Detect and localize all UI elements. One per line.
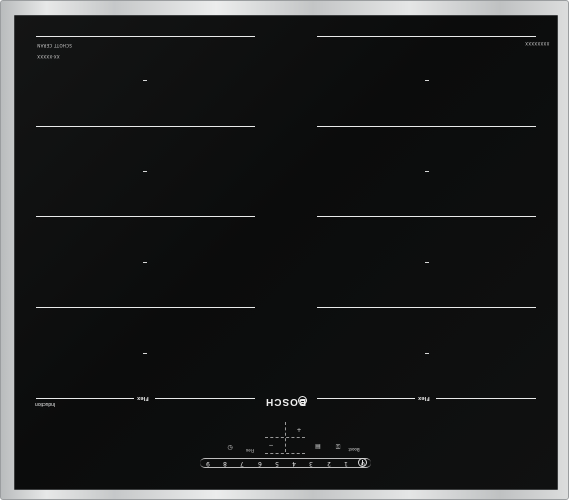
slider-level-6[interactable]: 6 <box>258 459 262 467</box>
slider-level-4[interactable]: 4 <box>292 459 296 467</box>
slider-level-7[interactable]: 7 <box>240 459 244 467</box>
left-zone-line-1 <box>36 36 255 37</box>
ceramic-glass-surface: SCHOTT CERAN XX-XXXXX XXXXXXXX Flex Flex… <box>14 15 558 490</box>
right-flex-zone-label: Flex <box>418 395 430 401</box>
right-zone-line-4 <box>317 307 536 308</box>
plus-button[interactable]: + <box>295 428 303 434</box>
clock-icon: ◷ <box>227 444 233 451</box>
minus-button[interactable]: − <box>267 443 275 449</box>
zone-marker-left-1 <box>143 80 147 81</box>
zone-marker-left-3 <box>143 262 147 263</box>
zone-marker-left-4 <box>143 353 147 354</box>
slider-level-1[interactable]: 1 <box>344 459 348 467</box>
model-code-label: XXXXXXXX <box>525 41 550 46</box>
boost-button[interactable]: Boost <box>346 446 362 452</box>
bosch-armature-logo-icon <box>298 396 307 405</box>
right-zone-line-3 <box>317 216 536 217</box>
slider-level-3[interactable]: 3 <box>309 459 313 467</box>
right-zone-line-1 <box>317 36 536 37</box>
child-lock-button[interactable]: ⚿ <box>334 445 342 451</box>
zone-marker-right-1 <box>425 80 429 81</box>
induction-label: Induction <box>35 401 56 407</box>
stainless-steel-frame: SCHOTT CERAN XX-XXXXX XXXXXXXX Flex Flex… <box>0 0 569 500</box>
power-icon[interactable] <box>358 458 367 467</box>
slider-level-5[interactable]: 5 <box>275 459 279 467</box>
slider-level-8[interactable]: 8 <box>223 459 227 467</box>
pan-detect-button[interactable]: ▤ <box>314 444 322 450</box>
flex-guide-center <box>285 422 286 452</box>
slider-level-2[interactable]: 2 <box>327 459 331 467</box>
child-lock-icon: ⚿ <box>335 444 341 451</box>
left-zone-line-5b <box>155 398 255 399</box>
zone-marker-right-2 <box>425 171 429 172</box>
glass-code-label: XX-XXXXX <box>37 54 60 59</box>
zone-marker-right-3 <box>425 262 429 263</box>
right-zone-line-5b <box>436 398 536 399</box>
flex-toggle-button[interactable]: Flex <box>244 447 256 453</box>
pan-icon: ▤ <box>315 443 321 450</box>
left-zone-line-3 <box>36 216 255 217</box>
left-zone-line-2 <box>36 126 255 127</box>
left-flex-zone-label: Flex <box>137 395 149 401</box>
power-level-slider[interactable]: 9 8 7 6 5 4 3 2 1 0 <box>200 458 371 468</box>
slider-level-9[interactable]: 9 <box>206 459 210 467</box>
glass-maker-label: SCHOTT CERAN <box>37 43 72 48</box>
right-zone-line-2 <box>317 126 536 127</box>
left-zone-line-5 <box>36 398 134 399</box>
right-zone-line-5 <box>317 398 415 399</box>
flex-guide-bottom <box>265 453 305 454</box>
zone-marker-right-4 <box>425 353 429 354</box>
timer-button[interactable]: ◷ <box>226 445 234 451</box>
left-zone-line-4 <box>36 307 255 308</box>
zone-marker-left-2 <box>143 171 147 172</box>
